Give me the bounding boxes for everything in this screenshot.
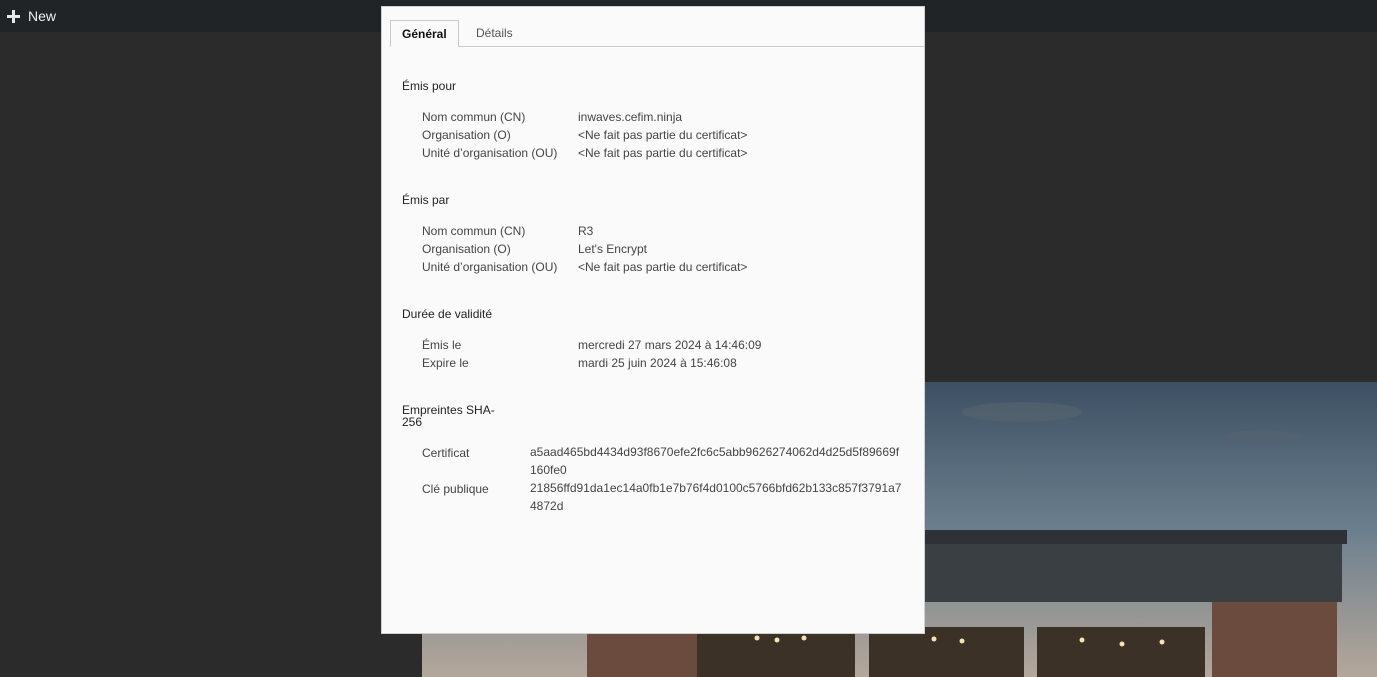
issued-to-o-label: Organisation (O) (422, 128, 511, 142)
issued-by-ou-label: Unité d’organisation (OU) (422, 260, 558, 274)
tab-details[interactable]: Détails (465, 20, 524, 46)
tab-bar: Général Détails (390, 20, 924, 47)
issued-to-o-value: <Ne fait pas partie du certificat> (578, 128, 748, 142)
cert-fingerprint-value: a5aad465bd4434d93f8670efe2fc6c5abb962627… (530, 445, 900, 477)
tab-general[interactable]: Général (390, 20, 459, 47)
validity-title: Durée de validité (402, 307, 493, 321)
plus-icon (7, 9, 20, 23)
issued-by-title: Émis par (402, 193, 450, 207)
expires-on-value: mardi 25 juin 2024 à 15:46:08 (578, 356, 737, 370)
issued-on-label: Émis le (422, 338, 462, 352)
fingerprints-title: Empreintes SHA- 256 (402, 404, 495, 428)
issued-by-cn-value: R3 (578, 224, 594, 238)
issued-on-value: mercredi 27 mars 2024 à 14:46:09 (578, 338, 762, 352)
issued-to-ou-label: Unité d’organisation (OU) (422, 146, 558, 160)
issued-to-ou-value: <Ne fait pas partie du certificat> (578, 146, 748, 160)
issued-to-title: Émis pour (402, 79, 457, 93)
cert-fingerprint-label: Certificat (422, 446, 470, 460)
issued-by-o-value: Let's Encrypt (578, 242, 647, 256)
new-button[interactable]: New (7, 8, 56, 24)
issued-to-cn-value: inwaves.cefim.ninja (578, 110, 683, 124)
expires-on-label: Expire le (422, 356, 469, 370)
issued-by-cn-label: Nom commun (CN) (422, 224, 526, 238)
issued-to-cn-label: Nom commun (CN) (422, 110, 526, 124)
issued-by-o-label: Organisation (O) (422, 242, 511, 256)
new-button-label: New (28, 8, 57, 24)
pubkey-fingerprint-label: Clé publique (422, 482, 489, 496)
certificate-viewer-dialog: Général Détails Émis pour Nom commun (CN… (381, 6, 925, 634)
fingerprints-title-line2: 256 (402, 415, 423, 429)
issued-by-ou-value: <Ne fait pas partie du certificat> (578, 260, 748, 274)
pubkey-fingerprint-value: 21856ffd91da1ec14a0fb1e7b76f4d0100c5766b… (530, 481, 902, 513)
